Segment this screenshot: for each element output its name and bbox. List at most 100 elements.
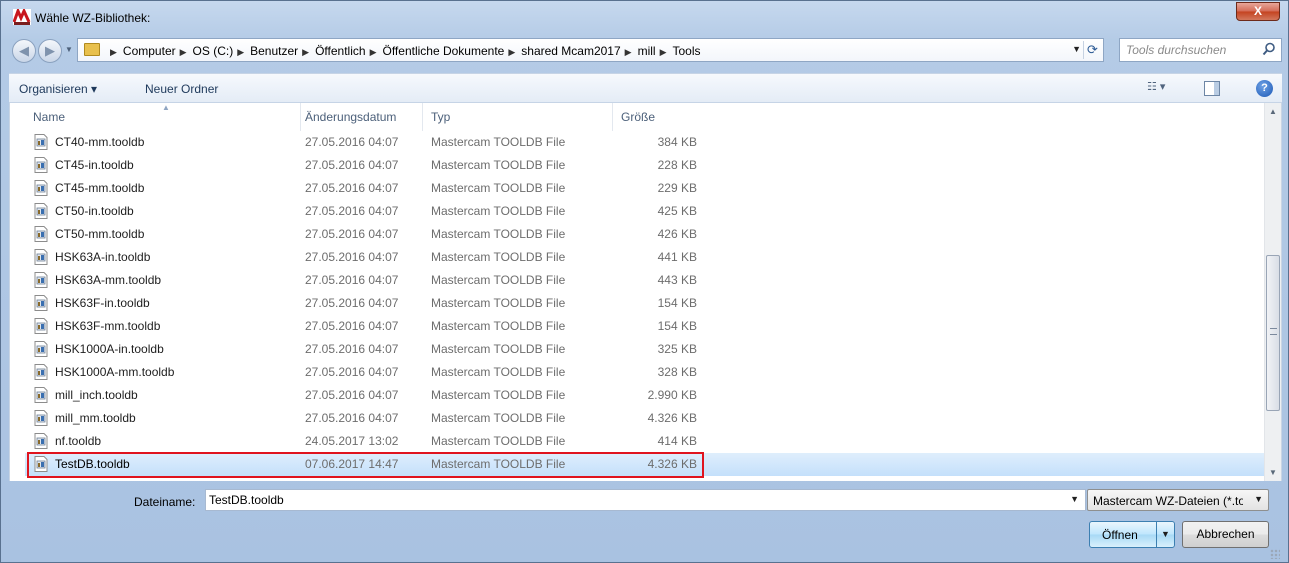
dialog-footer: Dateiname: ▼ Mastercam WZ-Dateien (*.too… bbox=[9, 481, 1282, 561]
file-date: 27.05.2016 04:07 bbox=[305, 204, 399, 218]
file-row[interactable]: TestDB.tooldb 07.06.2017 14:47 Mastercam T… bbox=[25, 452, 1265, 478]
file-name: HSK1000A-in.tooldb bbox=[55, 342, 164, 356]
file-size: 154 KB bbox=[657, 296, 697, 310]
breadcrumb-item[interactable]: OS (C:) bbox=[193, 44, 234, 58]
address-row: ◀ ▶ ▼ ▶ Computer ▶ OS (C:) ▶ Benutzer ▶ Öffentl… bbox=[9, 35, 1282, 67]
recent-locations-dropdown[interactable]: ▼ bbox=[65, 45, 73, 54]
file-row[interactable]: CT50-in.tooldb 27.05.2016 04:07 Mastercam … bbox=[25, 200, 1265, 223]
file-row[interactable]: mill_mm.tooldb 27.05.2016 04:07 Mastercam … bbox=[25, 407, 1265, 430]
file-row[interactable]: HSK63F-mm.tooldb 27.05.2016 04:07 Masterca… bbox=[25, 315, 1265, 338]
file-size: 425 KB bbox=[657, 204, 697, 218]
tooldb-file-icon bbox=[34, 272, 48, 288]
column-size[interactable]: Größe bbox=[613, 103, 703, 131]
file-type-label: Mastercam WZ-Dateien (*.tooldb) bbox=[1093, 494, 1243, 508]
column-type[interactable]: Typ bbox=[423, 103, 613, 131]
file-size: 4.326 KB bbox=[647, 457, 697, 471]
file-type: Mastercam TOOLDB File bbox=[431, 411, 566, 425]
scroll-thumb[interactable] bbox=[1266, 255, 1280, 411]
file-row[interactable]: HSK63A-in.tooldb 27.05.2016 04:07 Masterca… bbox=[25, 246, 1265, 269]
file-type: Mastercam TOOLDB File bbox=[431, 319, 566, 333]
vertical-scrollbar[interactable]: ▲ ▼ bbox=[1264, 103, 1281, 481]
new-folder-button[interactable]: Neuer Ordner bbox=[145, 82, 218, 96]
file-row[interactable]: HSK1000A-in.tooldb 27.05.2016 04:07 Master… bbox=[25, 338, 1265, 361]
file-type: Mastercam TOOLDB File bbox=[431, 273, 566, 287]
file-size: 328 KB bbox=[657, 365, 697, 379]
views-icon[interactable]: ☷ ▾ bbox=[1147, 80, 1177, 98]
chevron-down-icon: ▼ bbox=[1254, 494, 1263, 504]
cancel-button[interactable]: Abbrechen bbox=[1182, 521, 1269, 548]
filename-dropdown[interactable]: ▼ bbox=[1070, 494, 1079, 504]
filename-field[interactable]: ▼ bbox=[205, 489, 1086, 511]
column-date[interactable]: Änderungsdatum bbox=[297, 103, 423, 131]
file-name: CT40-mm.tooldb bbox=[55, 135, 145, 149]
file-row[interactable]: CT40-mm.tooldb 27.05.2016 04:07 Mastercam … bbox=[25, 131, 1265, 154]
file-type: Mastercam TOOLDB File bbox=[431, 342, 566, 356]
search-input[interactable] bbox=[1126, 42, 1256, 58]
breadcrumb: ▶ Computer ▶ OS (C:) ▶ Benutzer ▶ Öffentlich ▶ Öf… bbox=[110, 44, 701, 58]
file-row[interactable]: mill_inch.tooldb 27.05.2016 04:07 Masterca… bbox=[25, 384, 1265, 407]
breadcrumb-item[interactable]: Benutzer bbox=[250, 44, 298, 58]
breadcrumb-item[interactable]: mill bbox=[638, 44, 656, 58]
file-open-dialog: Wähle WZ-Bibliothek: X ◀ ▶ ▼ ▶ Computer ▶ O… bbox=[0, 0, 1289, 563]
file-size: 443 KB bbox=[657, 273, 697, 287]
scroll-up-icon[interactable]: ▲ bbox=[1265, 103, 1281, 120]
file-name: HSK63F-mm.tooldb bbox=[55, 319, 161, 333]
resize-grip[interactable] bbox=[1270, 549, 1280, 559]
command-bar: Organisieren ▾ Neuer Ordner ☷ ▾ ? bbox=[9, 73, 1282, 103]
close-button[interactable]: X bbox=[1236, 2, 1280, 21]
search-icon[interactable] bbox=[1262, 42, 1276, 56]
file-date: 27.05.2016 04:07 bbox=[305, 158, 399, 172]
column-name[interactable]: Name ▲ bbox=[25, 103, 301, 131]
file-size: 228 KB bbox=[657, 158, 697, 172]
tooldb-file-icon bbox=[34, 433, 48, 449]
tooldb-file-icon bbox=[34, 410, 48, 426]
filename-label: Dateiname: bbox=[134, 495, 196, 509]
open-options-dropdown[interactable]: ▼ bbox=[1156, 522, 1174, 547]
file-size: 384 KB bbox=[657, 135, 697, 149]
file-type: Mastercam TOOLDB File bbox=[431, 296, 566, 310]
scroll-down-icon[interactable]: ▼ bbox=[1265, 464, 1281, 481]
file-type: Mastercam TOOLDB File bbox=[431, 135, 566, 149]
open-button[interactable]: Öffnen ▼ bbox=[1089, 521, 1175, 548]
file-name: mill_inch.tooldb bbox=[55, 388, 138, 402]
file-row[interactable]: nf.tooldb 24.05.2017 13:02 Mastercam TOOLD… bbox=[25, 430, 1265, 453]
file-type: Mastercam TOOLDB File bbox=[431, 250, 566, 264]
file-type: Mastercam TOOLDB File bbox=[431, 365, 566, 379]
search-box[interactable] bbox=[1119, 38, 1282, 62]
file-size: 229 KB bbox=[657, 181, 697, 195]
file-name: CT45-mm.tooldb bbox=[55, 181, 145, 195]
file-row[interactable]: CT45-in.tooldb 27.05.2016 04:07 Mastercam … bbox=[25, 154, 1265, 177]
address-dropdown[interactable]: ▼ bbox=[1072, 44, 1081, 54]
address-bar[interactable]: ▶ Computer ▶ OS (C:) ▶ Benutzer ▶ Öffentlich ▶ Öf… bbox=[77, 38, 1104, 62]
file-size: 2.990 KB bbox=[647, 388, 697, 402]
preview-pane-icon[interactable] bbox=[1204, 81, 1220, 96]
file-date: 24.05.2017 13:02 bbox=[305, 434, 399, 448]
file-name: HSK63A-in.tooldb bbox=[55, 250, 151, 264]
file-date: 27.05.2016 04:07 bbox=[305, 388, 399, 402]
back-button[interactable]: ◀ bbox=[12, 39, 36, 63]
organize-menu[interactable]: Organisieren ▾ bbox=[19, 82, 97, 96]
breadcrumb-item[interactable]: Computer bbox=[123, 44, 176, 58]
file-type-select[interactable]: Mastercam WZ-Dateien (*.tooldb) ▼ bbox=[1087, 489, 1269, 511]
file-row[interactable]: CT50-mm.tooldb 27.05.2016 04:07 Mastercam … bbox=[25, 223, 1265, 246]
refresh-icon[interactable]: ⟳ bbox=[1083, 41, 1101, 59]
help-icon[interactable]: ? bbox=[1256, 80, 1273, 97]
filename-input[interactable] bbox=[209, 492, 1049, 508]
file-row[interactable]: HSK1000A-mm.tooldb 27.05.2016 04:07 Master… bbox=[25, 361, 1265, 384]
breadcrumb-item[interactable]: shared Mcam2017 bbox=[521, 44, 620, 58]
file-row[interactable]: CT45-mm.tooldb 27.05.2016 04:07 Mastercam … bbox=[25, 177, 1265, 200]
breadcrumb-item[interactable]: Öffentlich bbox=[315, 44, 365, 58]
file-date: 27.05.2016 04:07 bbox=[305, 411, 399, 425]
file-size: 414 KB bbox=[657, 434, 697, 448]
breadcrumb-item[interactable]: Öffentliche Dokumente bbox=[382, 44, 504, 58]
breadcrumb-item[interactable]: Tools bbox=[673, 44, 701, 58]
forward-button[interactable]: ▶ bbox=[38, 39, 62, 63]
file-type: Mastercam TOOLDB File bbox=[431, 204, 566, 218]
file-name: CT50-mm.tooldb bbox=[55, 227, 145, 241]
file-row[interactable]: HSK63A-mm.tooldb 27.05.2016 04:07 Masterca… bbox=[25, 269, 1265, 292]
file-row[interactable]: HSK63F-in.tooldb 27.05.2016 04:07 Masterca… bbox=[25, 292, 1265, 315]
title-bar: Wähle WZ-Bibliothek: X bbox=[1, 1, 1288, 34]
forward-arrow-icon: ▶ bbox=[45, 43, 55, 58]
file-date: 27.05.2016 04:07 bbox=[305, 135, 399, 149]
file-date: 27.05.2016 04:07 bbox=[305, 319, 399, 333]
